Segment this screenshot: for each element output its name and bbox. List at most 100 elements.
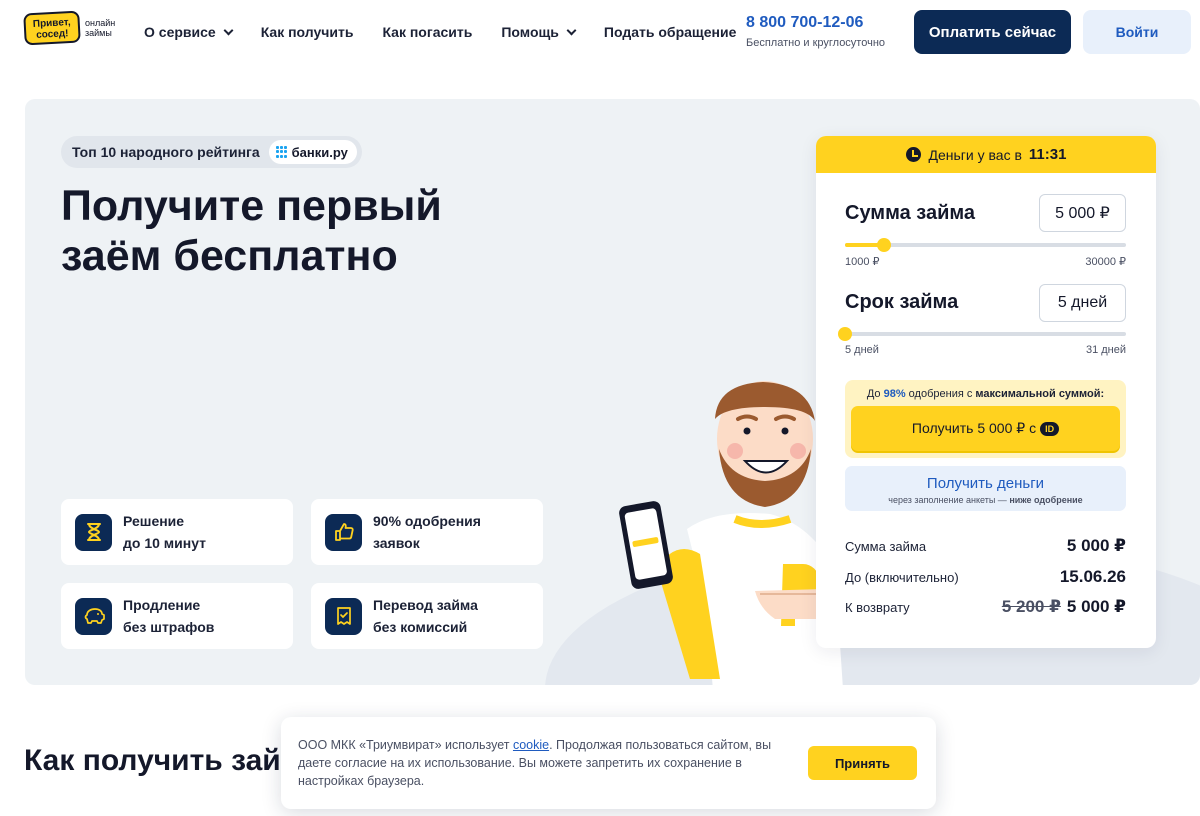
- amount-range: 1000 ₽ 30000 ₽: [845, 255, 1126, 268]
- feature-line: до 10 минут: [123, 535, 207, 551]
- feature-text: 90% одобрения заявок: [373, 510, 481, 554]
- summary-value: 15.06.26: [1059, 567, 1126, 586]
- feature-extension: Продление без штрафов: [61, 583, 293, 649]
- new-price: 5 000 ₽: [1066, 597, 1126, 616]
- accept-cookies-button[interactable]: Принять: [808, 746, 917, 780]
- site-header: Привет, сосед! онлайн займы О сервисе Ка…: [0, 0, 1200, 64]
- nav-how-to-repay[interactable]: Как погасить: [382, 24, 472, 40]
- timer-time: 11:31: [1028, 146, 1067, 163]
- summary-key: Сумма займа: [845, 538, 927, 554]
- feature-transfer: Перевод займа без комиссий: [311, 583, 543, 649]
- banki-ru-logo-icon: [275, 146, 288, 158]
- amount-input[interactable]: 5 000 ₽: [1039, 194, 1126, 232]
- get-money-button[interactable]: Получить деньги через заполнение анкеты …: [845, 466, 1126, 511]
- hero-title-line-1: Получите первый: [61, 182, 442, 230]
- feature-decision-time: Решение до 10 минут: [61, 499, 293, 565]
- feature-text: Решение до 10 минут: [123, 510, 206, 554]
- summary-value: 5 200 ₽ 5 000 ₽: [1002, 597, 1126, 617]
- main-nav: О сервисе Как получить Как погасить Помо…: [144, 24, 765, 40]
- mascot-illustration: [619, 381, 843, 685]
- feature-text: Перевод займа без комиссий: [373, 594, 478, 638]
- login-button[interactable]: Войти: [1083, 10, 1191, 54]
- summary-row-amount: Сумма займа 5 000 ₽: [845, 536, 1126, 556]
- promo-bold: максимальной суммой:: [975, 388, 1105, 400]
- get-money-sub-prefix: через заполнение анкеты —: [888, 495, 1007, 505]
- nav-how-to-get[interactable]: Как получить: [261, 24, 354, 40]
- id-promo-block: До 98% одобрения с максимальной суммой: …: [845, 380, 1126, 458]
- phone-number-link[interactable]: 8 800 700-12-06: [746, 14, 885, 32]
- feature-line: Продление: [123, 597, 201, 613]
- nav-help[interactable]: Помощь: [501, 24, 577, 40]
- loan-calculator: Деньги у вас в 11:31 Сумма займа 5 000 ₽…: [816, 136, 1156, 648]
- clock-icon: [905, 147, 921, 162]
- cookie-text-before: ООО МКК «Триумвират» использует: [298, 738, 510, 752]
- nav-about-label: О сервисе: [144, 24, 216, 40]
- amount-min: 1000 ₽: [845, 256, 880, 268]
- banki-ru-label: банки.ру: [291, 144, 348, 160]
- cookie-link[interactable]: cookie: [513, 738, 549, 752]
- hourglass-icon: [75, 513, 112, 551]
- get-money-sub-bold: ниже одобрение: [1009, 495, 1083, 505]
- money-timer-bar: Деньги у вас в 11:31: [816, 136, 1156, 173]
- summary-row-due-date: До (включительно) 15.06.26: [845, 567, 1126, 587]
- logo-tagline: онлайн займы: [85, 18, 116, 38]
- feature-line: заявок: [373, 535, 420, 551]
- hero-title-line-2: заём бесплатно: [61, 232, 398, 280]
- summary-value: 5 000 ₽: [1066, 536, 1126, 555]
- thumbs-up-icon: [325, 513, 362, 551]
- term-label: Срок займа: [845, 291, 959, 313]
- nav-how-to-repay-label: Как погасить: [382, 24, 473, 40]
- banki-ru-badge[interactable]: банки.ру: [268, 140, 357, 164]
- site-logo[interactable]: Привет, сосед! онлайн займы: [23, 10, 125, 46]
- amount-max: 30000 ₽: [1085, 256, 1126, 268]
- feature-text: Продление без штрафов: [123, 594, 214, 638]
- logo-badge: Привет, сосед!: [23, 10, 81, 46]
- cookie-text: ООО МКК «Триумвират» использует cookie. …: [298, 736, 788, 790]
- feature-line: без комиссий: [373, 619, 468, 635]
- cookie-banner: ООО МКК «Триумвират» использует cookie. …: [281, 717, 936, 809]
- term-range: 5 дней 31 дней: [845, 344, 1126, 356]
- nav-help-label: Помощь: [501, 24, 559, 40]
- feature-line: Решение: [123, 513, 185, 529]
- hero-title: Получите первый заём бесплатно: [61, 181, 521, 281]
- feature-line: 90% одобрения: [373, 513, 481, 529]
- contact-phone: 8 800 700-12-06 Бесплатно и круглосуточн…: [746, 14, 885, 49]
- term-slider-handle[interactable]: [838, 327, 852, 341]
- pay-now-button[interactable]: Оплатить сейчас: [914, 10, 1071, 54]
- term-max: 31 дней: [1085, 344, 1126, 356]
- promo-prefix: До: [866, 388, 881, 400]
- nav-submit-request-label: Подать обращение: [603, 24, 737, 40]
- amount-label: Сумма займа: [845, 202, 976, 224]
- amount-slider-handle[interactable]: [877, 238, 892, 252]
- get-money-title: Получить деньги: [926, 475, 1045, 492]
- chevron-down-icon: [223, 25, 234, 35]
- get-with-id-label: Получить 5 000 ₽ с: [911, 420, 1037, 436]
- phone-note: Бесплатно и круглосуточно: [746, 37, 886, 49]
- receipt-check-icon: [325, 597, 362, 635]
- chevron-down-icon: [566, 25, 577, 35]
- amount-slider[interactable]: [845, 238, 1126, 252]
- nav-submit-request[interactable]: Подать обращение: [604, 24, 736, 40]
- nav-how-to-get-label: Как получить: [260, 24, 354, 40]
- term-slider[interactable]: [838, 327, 1126, 341]
- promo-text: До 98% одобрения с максимальной суммой:: [845, 388, 1126, 400]
- promo-middle: одобрения с: [908, 388, 973, 400]
- summary-row-repay: К возврату 5 200 ₽ 5 000 ₽: [845, 597, 1126, 617]
- old-price: 5 200 ₽: [1001, 597, 1061, 616]
- timer-label: Деньги у вас в: [928, 146, 1022, 163]
- summary-key: К возврату: [845, 599, 910, 615]
- rating-badge: Топ 10 народного рейтинга банки.ру: [61, 136, 362, 168]
- nav-about[interactable]: О сервисе: [144, 24, 234, 40]
- term-min: 5 дней: [845, 344, 879, 356]
- piggy-bank-icon: [75, 597, 112, 635]
- get-with-id-button[interactable]: Получить 5 000 ₽ с ID: [851, 406, 1120, 451]
- summary-key: До (включительно): [845, 569, 959, 585]
- promo-percent: 98%: [883, 388, 906, 400]
- feature-line: без штрафов: [123, 619, 215, 635]
- feature-approval-rate: 90% одобрения заявок: [311, 499, 543, 565]
- how-to-get-section-title: Как получить займ: [24, 744, 303, 777]
- id-badge-icon: ID: [1040, 421, 1060, 436]
- term-input[interactable]: 5 дней: [1039, 284, 1126, 322]
- rating-text: Топ 10 народного рейтинга: [72, 144, 260, 160]
- feature-line: Перевод займа: [373, 597, 478, 613]
